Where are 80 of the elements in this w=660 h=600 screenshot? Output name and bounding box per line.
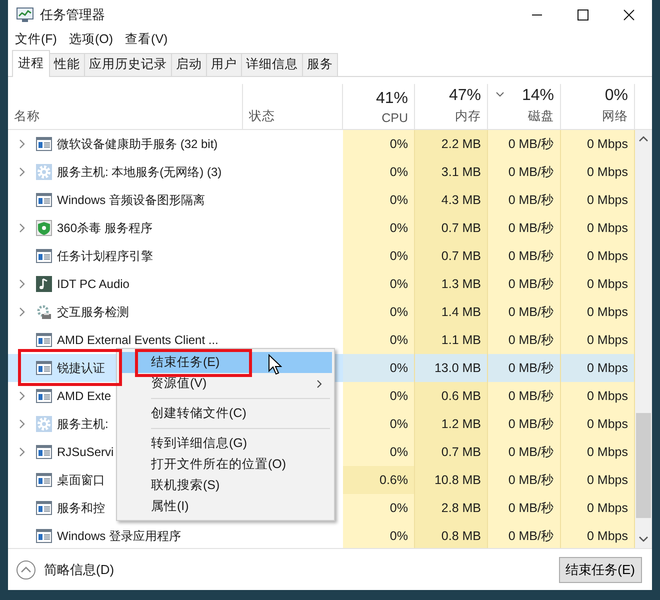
network-cell: 0 Mbps: [561, 158, 635, 186]
memory-cell: 1.2 MB: [415, 410, 488, 438]
process-name: AMD External Events Client ...: [57, 333, 218, 348]
cpu-cell: 0%: [343, 158, 415, 186]
network-cell: 0 Mbps: [561, 382, 635, 410]
memory-cell: 0.6 MB: [415, 382, 488, 410]
cpu-cell: 0%: [343, 354, 415, 382]
network-cell: 0 Mbps: [561, 130, 635, 158]
network-cell: 0 Mbps: [561, 214, 635, 242]
process-name: RJSuServi: [57, 445, 114, 460]
memory-cell: 1.1 MB: [415, 326, 488, 354]
column-total: 41%: [376, 90, 408, 108]
memory-cell: 2.2 MB: [415, 130, 488, 158]
cpu-cell: 0%: [343, 242, 415, 270]
cpu-cell: 0%: [343, 438, 415, 466]
process-name: 服务主机: 本地服务(无网络) (3): [57, 164, 222, 181]
memory-cell: 10.8 MB: [415, 466, 488, 494]
disk-cell: 0 MB/秒: [488, 466, 561, 494]
network-cell: 0 Mbps: [561, 410, 635, 438]
memory-cell: 2.8 MB: [415, 494, 488, 522]
process-name: IDT PC Audio: [57, 277, 130, 292]
disk-cell: 0 MB/秒: [488, 494, 561, 522]
process-name: 服务主机:: [57, 416, 108, 433]
disk-cell: 0 MB/秒: [488, 214, 561, 242]
process-name: 锐捷认证: [57, 360, 105, 377]
disk-cell: 0 MB/秒: [488, 242, 561, 270]
cpu-cell: 0%: [343, 186, 415, 214]
disk-cell: 0 MB/秒: [488, 158, 561, 186]
cpu-cell: 0%: [343, 130, 415, 158]
memory-cell: 0.7 MB: [415, 438, 488, 466]
disk-cell: 0 MB/秒: [488, 354, 561, 382]
disk-cell: 0 MB/秒: [488, 438, 561, 466]
disk-cell: 0 MB/秒: [488, 186, 561, 214]
cpu-cell: 0%: [343, 326, 415, 354]
window-title: 任务管理器: [40, 6, 105, 24]
column-total: 0%: [604, 87, 628, 106]
process-name: 服务和控: [57, 500, 105, 517]
memory-cell: 4.3 MB: [415, 186, 488, 214]
network-cell: 0 Mbps: [561, 186, 635, 214]
network-cell: 0 Mbps: [561, 270, 635, 298]
network-cell: 0 Mbps: [561, 354, 635, 382]
cpu-cell: 0%: [343, 382, 415, 410]
cpu-cell: 0%: [343, 214, 415, 242]
disk-cell: 0 MB/秒: [488, 130, 561, 158]
process-name: 微软设备健康助手服务 (32 bit): [57, 136, 218, 153]
network-cell: 0 Mbps: [561, 522, 635, 548]
cpu-cell: 0%: [343, 410, 415, 438]
cpu-cell: 0%: [343, 298, 415, 326]
column-total: 47%: [448, 87, 481, 106]
cpu-cell: 0%: [343, 494, 415, 522]
disk-cell: 0 MB/秒: [488, 410, 561, 438]
memory-cell: 0.8 MB: [415, 522, 488, 548]
disk-cell: 0 MB/秒: [488, 270, 561, 298]
process-name: AMD Exte: [57, 389, 112, 404]
cpu-cell: 0%: [343, 270, 415, 298]
disk-cell: 0 MB/秒: [488, 326, 561, 354]
process-name: 任务计划程序引擎: [57, 248, 153, 265]
disk-cell: 0 MB/秒: [488, 522, 561, 548]
memory-cell: 13.0 MB: [415, 354, 488, 382]
disk-cell: 0 MB/秒: [488, 382, 561, 410]
process-name: Windows 音频设备图形隔离: [57, 192, 206, 209]
network-cell: 0 Mbps: [561, 242, 635, 270]
process-name: 交互服务检测: [57, 304, 129, 321]
network-cell: 0 Mbps: [561, 466, 635, 494]
cpu-cell: 0.6%: [343, 466, 415, 494]
process-name: 360杀毒 服务程序: [57, 220, 152, 237]
memory-cell: 0.7 MB: [415, 242, 488, 270]
memory-cell: 1.4 MB: [415, 298, 488, 326]
process-name: Windows 登录应用程序: [57, 528, 182, 545]
network-cell: 0 Mbps: [561, 298, 635, 326]
network-cell: 0 Mbps: [561, 438, 635, 466]
network-cell: 0 Mbps: [561, 326, 635, 354]
network-cell: 0 Mbps: [561, 494, 635, 522]
memory-cell: 3.1 MB: [415, 158, 488, 186]
process-name: 桌面窗口: [57, 472, 105, 489]
memory-cell: 0.7 MB: [415, 214, 488, 242]
cpu-cell: 0%: [343, 522, 415, 548]
disk-cell: 0 MB/秒: [488, 298, 561, 326]
memory-cell: 1.3 MB: [415, 270, 488, 298]
column-total: 14%: [522, 87, 554, 106]
